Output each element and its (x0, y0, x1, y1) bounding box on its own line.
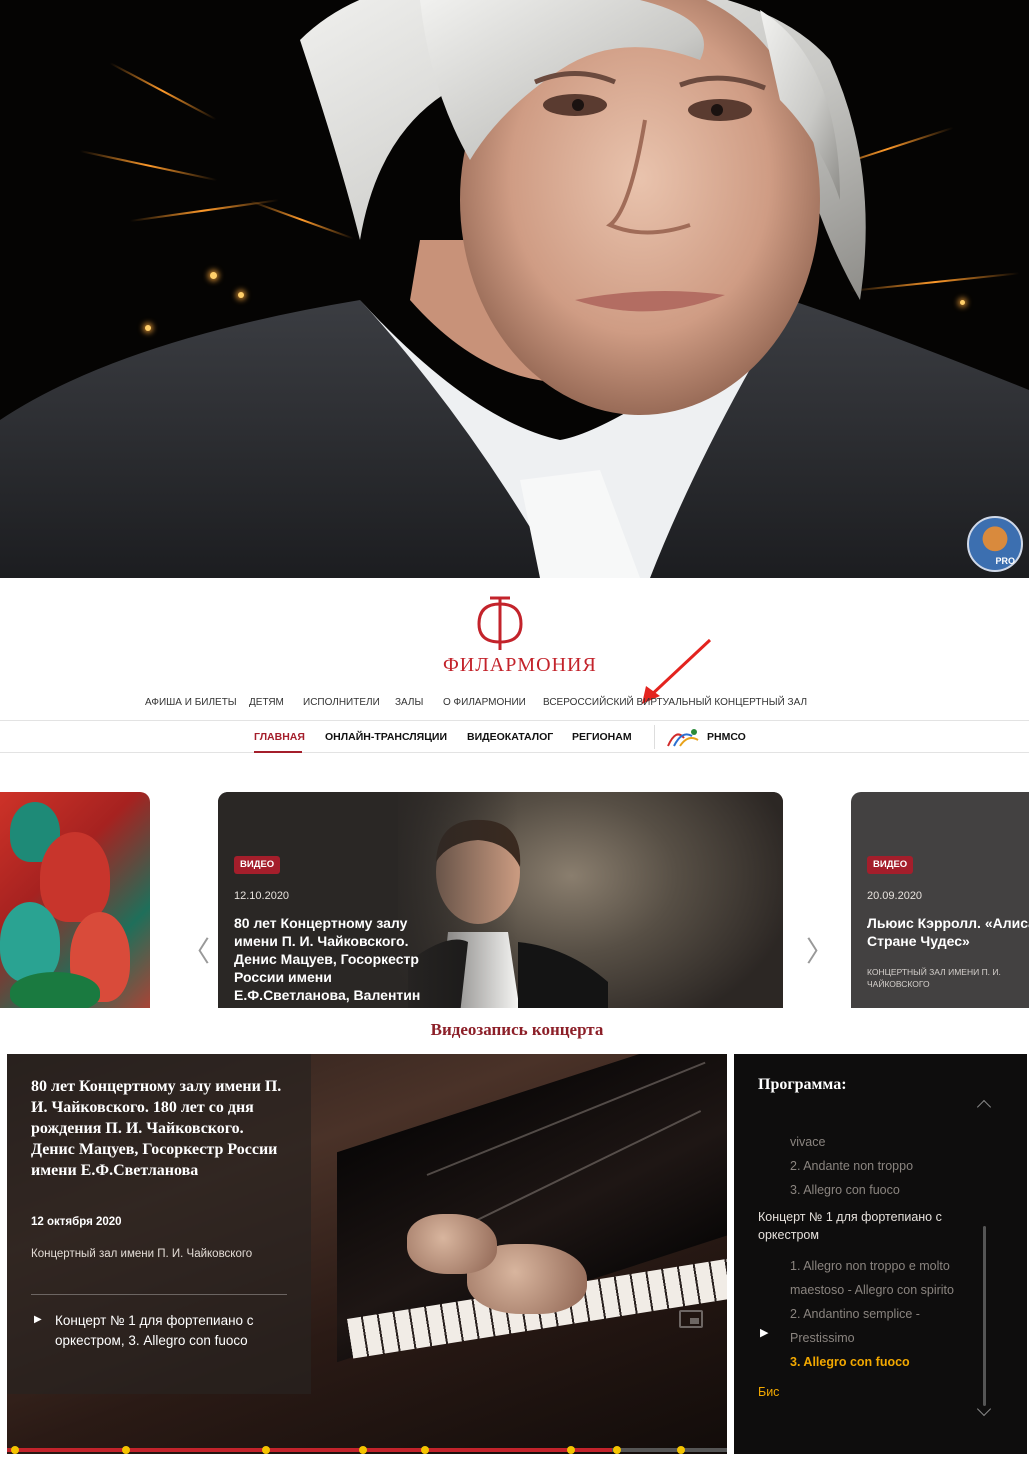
program-panel: Программа: vivace 2. Andante non troppo … (734, 1054, 1027, 1454)
cat-avatar-icon: PRO (967, 516, 1023, 572)
progress-fill (7, 1448, 612, 1452)
now-playing-track: Концерт № 1 для фортепиано с оркестром, … (55, 1313, 254, 1348)
carousel-card-next[interactable]: ВИДЕО 20.09.2020 Льюис Кэрролл. «Алиса в… (851, 792, 1029, 1008)
program-scrollbar[interactable] (983, 1226, 986, 1406)
program-list: vivace 2. Andante non troppo 3. Allegro … (734, 1130, 979, 1430)
dancer-figure (40, 832, 110, 922)
scroll-down-chevron-icon[interactable] (976, 1401, 992, 1417)
concert-date: 12 октября 2020 (31, 1216, 122, 1228)
singer-portrait (0, 0, 1029, 578)
video-progress-bar[interactable] (7, 1446, 727, 1454)
concert-info-panel: 80 лет Концертному залу имени П. И. Чайк… (7, 1054, 311, 1394)
program-item-encore[interactable]: Бис (758, 1380, 779, 1404)
chapter-marker[interactable] (359, 1446, 367, 1454)
nav-halls[interactable]: ЗАЛЫ (395, 697, 423, 708)
tab-rnmso[interactable]: РНМСО (707, 731, 746, 743)
panel-divider (31, 1294, 287, 1295)
picture-in-picture-icon[interactable] (679, 1310, 703, 1328)
video-badge: ВИДЕО (867, 856, 914, 874)
video-section: Видеозапись концерта 80 лет Концертному … (7, 1008, 1027, 1464)
tab-regions[interactable]: РЕГИОНАМ (572, 731, 632, 743)
program-item[interactable]: 2. Andante non troppo (790, 1154, 975, 1178)
chapter-marker[interactable] (262, 1446, 270, 1454)
dancer-figure (10, 972, 100, 1008)
rnmso-logo-icon[interactable] (664, 726, 704, 748)
program-item[interactable]: 2. Andantino semplice - Prestissimo (790, 1302, 975, 1350)
scroll-up-chevron-icon[interactable] (976, 1099, 992, 1115)
active-tab-underline (254, 751, 302, 753)
chapter-marker[interactable] (11, 1446, 19, 1454)
logo-text: ФИЛАРМОНИЯ (443, 654, 597, 676)
program-item[interactable]: 1. Allegro non troppo e molto maestoso -… (790, 1254, 975, 1302)
carousel-card-main[interactable]: ВИДЕО 12.10.2020 80 лет Концертному залу… (218, 792, 783, 1008)
video-player[interactable]: 80 лет Концертному залу имени П. И. Чайк… (7, 1054, 727, 1454)
nav-virtual-hall[interactable]: ВСЕРОССИЙСКИЙ ВИРТУАЛЬНЫЙ КОНЦЕРТНЫЙ ЗАЛ (543, 697, 807, 708)
chapter-marker[interactable] (567, 1446, 575, 1454)
nav-performers[interactable]: ИСПОЛНИТЕЛИ (303, 697, 380, 708)
nav-children[interactable]: ДЕТЯМ (249, 697, 284, 708)
tab-home[interactable]: ГЛАВНАЯ (254, 731, 305, 743)
nav-about[interactable]: О ФИЛАРМОНИИ (443, 697, 526, 708)
nav-divider (654, 725, 655, 749)
program-item[interactable]: 3. Allegro con fuoco (790, 1178, 975, 1202)
concert-venue: Концертный зал имени П. И. Чайковского (31, 1248, 253, 1260)
card-title[interactable]: 80 лет Концертному залу имени П. И. Чайк… (234, 914, 434, 1008)
pianist-hand (407, 1214, 497, 1274)
card-venue: КОНЦЕРТНЫЙ ЗАЛ ИМЕНИ П. И. ЧАЙКОВСКОГО (867, 967, 1001, 989)
play-icon: ▶ (34, 1314, 42, 1325)
program-item-current[interactable]: 3. Allegro con fuoco (790, 1350, 975, 1374)
chapter-marker[interactable] (613, 1446, 621, 1454)
video-heading: Видеозапись концерта (430, 1020, 604, 1039)
nav-afisha[interactable]: АФИША И БИЛЕТЫ (145, 697, 237, 708)
top-navigation: АФИША И БИЛЕТЫ ДЕТЯМ ИСПОЛНИТЕЛИ ЗАЛЫ О … (0, 697, 1029, 715)
card-date: 20.09.2020 (867, 890, 923, 902)
tab-online-broadcasts[interactable]: ОНЛАЙН-ТРАНСЛЯЦИИ (325, 731, 447, 743)
chapter-marker[interactable] (677, 1446, 685, 1454)
hero-photo: PRO (0, 0, 1029, 578)
tab-video-catalog[interactable]: ВИДЕОКАТАЛОГ (467, 731, 553, 743)
carousel-next-arrow-icon[interactable]: 〉 (806, 930, 834, 970)
carousel-prev-arrow-icon[interactable]: 〈 (182, 930, 210, 970)
badge-label: PRO (995, 556, 1015, 566)
card-date: 12.10.2020 (234, 890, 290, 902)
program-piece-heading: Концерт № 1 для фортепиано с оркестром (758, 1210, 942, 1242)
program-title: Программа: (758, 1076, 847, 1093)
chapter-marker[interactable] (421, 1446, 429, 1454)
dancer-figure (0, 902, 60, 982)
current-track-play-icon: ▶ (760, 1327, 769, 1339)
card-title[interactable]: Льюис Кэрролл. «Алиса в Стране Чудес» (867, 914, 1029, 950)
concert-title: 80 лет Концертному залу имени П. И. Чайк… (31, 1078, 282, 1179)
video-carousel: ВИДЕО 12.10.2020 80 лет Концертному залу… (0, 792, 1029, 1008)
program-item[interactable]: vivace (790, 1130, 975, 1154)
chapter-marker[interactable] (122, 1446, 130, 1454)
sub-navigation: ГЛАВНАЯ ОНЛАЙН-ТРАНСЛЯЦИИ ВИДЕОКАТАЛОГ Р… (0, 720, 1029, 753)
carousel-card-prev[interactable] (0, 792, 150, 1008)
video-badge: ВИДЕО (234, 856, 281, 874)
